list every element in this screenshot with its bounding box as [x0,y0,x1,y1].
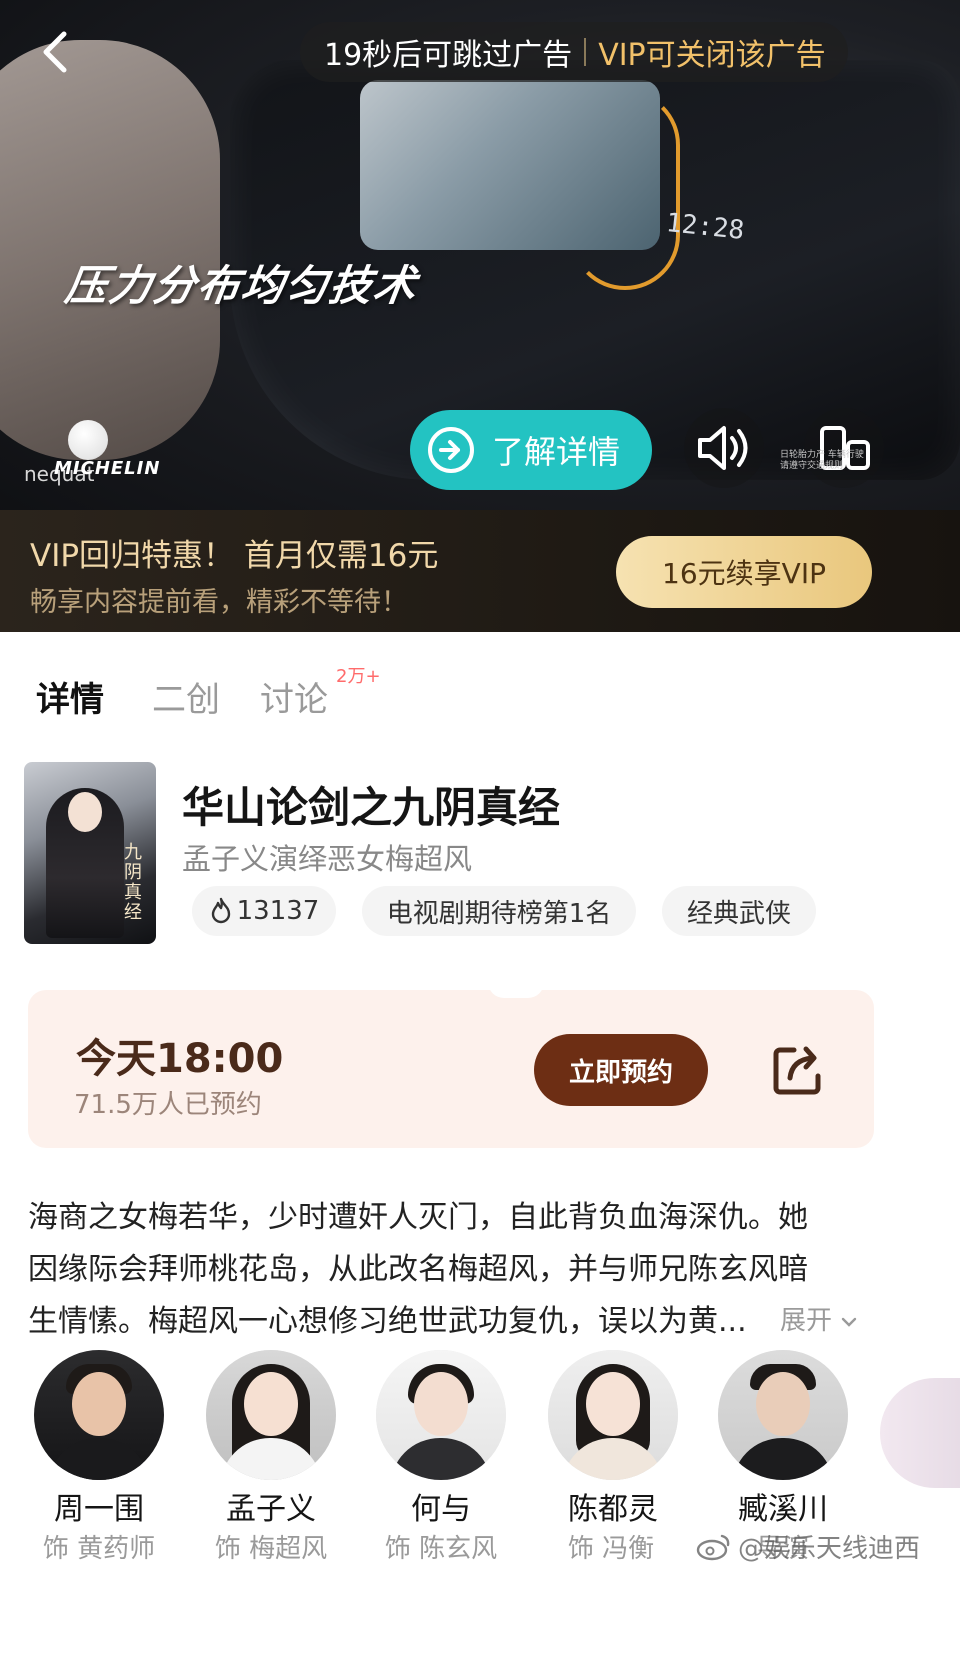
expand-label: 展开 [780,1306,833,1336]
ad-learn-more-button[interactable]: 了解详情 [410,410,652,490]
ad-brand-logo: nequat MICHELIN [24,420,164,490]
genre-chip[interactable]: 经典武侠 [662,886,816,936]
avatar [548,1350,678,1480]
michelin-man-icon [68,420,108,460]
arrow-right-circle-icon [428,427,474,473]
vip-promo-banner: VIP回归特惠！ 首月仅需16元 畅享内容提前看，精彩不等待！ 16元续享VIP [0,510,960,632]
cast-name: 臧溪川 [738,1492,828,1527]
reservation-card: 今天18:00 71.5万人已预约 立即预约 [28,982,874,1148]
renew-vip-button[interactable]: 16元续享VIP [616,536,872,608]
vip-promo-title: VIP回归特惠！ 首月仅需16元 [30,538,439,574]
ad-hand-image [0,40,220,460]
avatar [718,1350,848,1480]
reserve-now-button[interactable]: 立即预约 [534,1034,708,1106]
discussion-count-badge: 2万+ [336,666,381,687]
synopsis-line: 因缘际会拜师桃花岛，从此改名梅超风，并与师兄陈玄风暗 [28,1252,808,1287]
cast-name: 何与 [411,1492,471,1527]
poster-title-text: 九阴真经 [121,842,142,922]
back-arrow-icon [43,31,67,73]
cast-role: 饰 冯衡 [567,1534,655,1564]
avatar [376,1350,506,1480]
share-button[interactable] [768,1040,828,1100]
avatar [34,1350,164,1480]
heat-chip[interactable]: 13137 [192,886,336,936]
drama-subtitle: 孟子义演绎恶女梅超风 [182,842,473,876]
weibo-icon [696,1534,730,1560]
cast-role: 饰 梅超风 [214,1534,328,1564]
ad-skip-bar[interactable]: 19秒后可跳过广告 VIP可关闭该广告 [300,22,848,82]
rank-chip[interactable]: 电视剧期待榜第1名 [362,886,636,936]
vip-close-ad-link[interactable]: VIP可关闭该广告 [598,30,825,74]
tab-discussion[interactable]: 讨论 [260,672,328,721]
ad-skip-divider [584,38,587,66]
watermark-text: @娱乐天线迪西 [738,1534,921,1564]
drama-title: 华山论剑之九阴真经 [182,783,561,832]
synopsis-line: 海商之女梅若华，少时遭奸人灭门，自此背负血海深仇。她 [28,1200,808,1235]
cast-role: 饰 陈玄风 [384,1534,498,1564]
cast-name: 陈都灵 [568,1492,658,1527]
content-tabs: 详情 二创 讨论 2万+ [0,632,960,742]
ad-gauge-arc [570,90,680,290]
tab-details[interactable]: 详情 [36,672,104,721]
heat-value: 13137 [236,896,320,926]
chevron-down-icon [842,1317,857,1327]
vip-promo-subtitle: 畅享内容提前看，精彩不等待！ [30,587,408,618]
speaker-icon [698,426,748,470]
tab-fan-creations[interactable]: 二创 [152,672,220,721]
video-ad-player[interactable]: 12:28 压力分布均匀技术 nequat MICHELIN 19秒后可跳过广告… [0,0,960,546]
mute-toggle-button[interactable] [684,408,764,488]
next-cast-avatar-partial[interactable] [880,1378,960,1488]
drama-poster[interactable]: 九阴真经 [24,762,156,944]
share-icon [773,1046,821,1095]
flame-icon [211,897,230,924]
poster-face [68,792,102,832]
back-button[interactable] [36,28,76,76]
synopsis-line: 生情愫。梅超风一心想修习绝世武功复仇，误以为黄... [28,1304,747,1339]
cast-name: 孟子义 [226,1492,316,1527]
ad-slogan: 压力分布均匀技术 [62,261,422,310]
premiere-time: 今天18:00 [76,1036,284,1082]
weibo-watermark: @娱乐天线迪西 [696,1528,920,1565]
ad-cta-label: 了解详情 [492,433,621,471]
reservation-count: 71.5万人已预约 [74,1090,262,1120]
ticket-notch [488,982,544,998]
ad-disclaimer-text: 日轮胎力产 车辆行驶 请遵守交通规则 [780,450,864,471]
expand-synopsis-button[interactable]: 展开 [780,1300,858,1337]
ad-countdown-text: 19秒后可跳过广告 [324,38,573,73]
rotate-screen-button[interactable] [804,408,884,488]
ad-brand-name: MICHELIN [54,458,161,479]
avatar [206,1350,336,1480]
cast-name: 周一围 [54,1492,144,1527]
synopsis-text: 海商之女梅若华，少时遭奸人灭门，自此背负血海深仇。她 因缘际会拜师桃花岛，从此改… [28,1192,858,1348]
cast-list: 周一围 饰 黄药师 孟子义 饰 梅超风 何与 饰 陈玄风 陈都灵 饰 冯衡 臧溪… [0,1350,960,1674]
cast-role: 饰 黄药师 [42,1534,156,1564]
